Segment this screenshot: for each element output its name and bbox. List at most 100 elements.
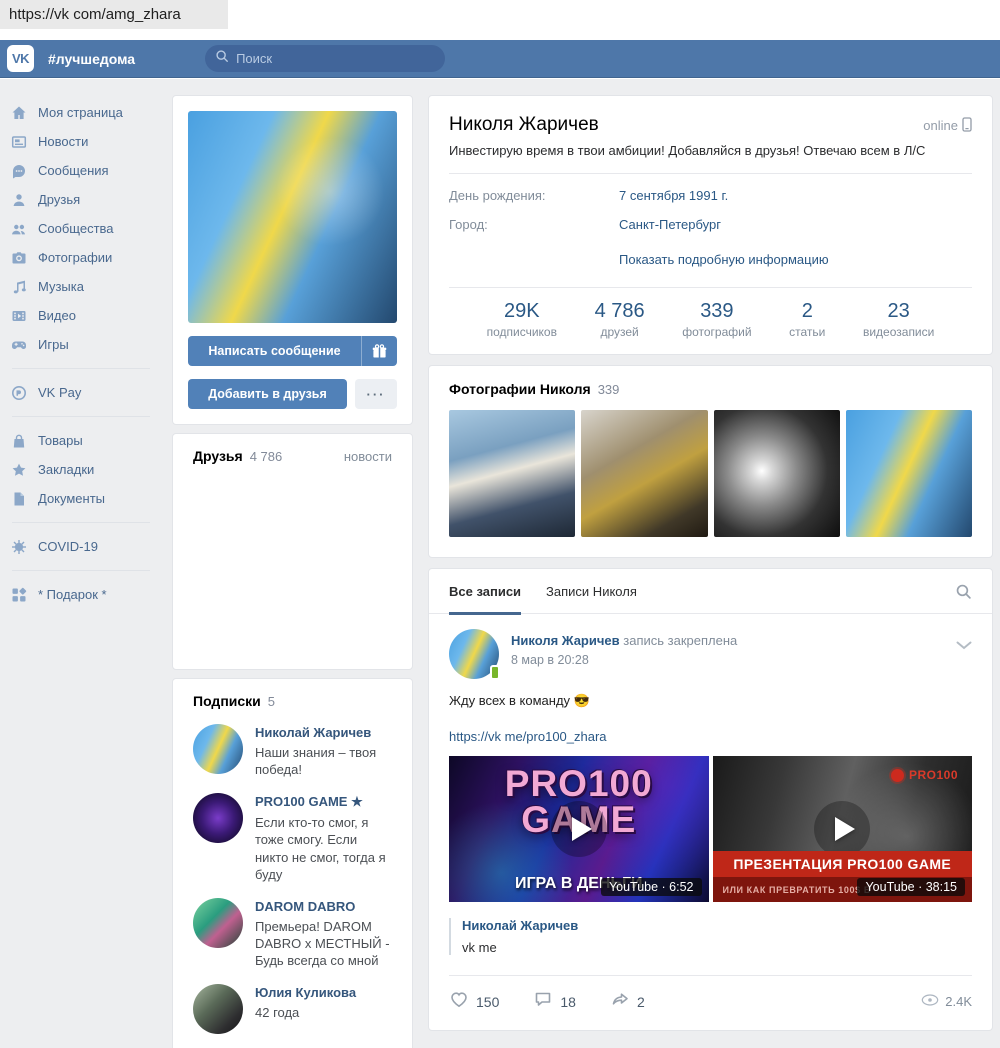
tab-owner-posts[interactable]: Записи Николя [546, 569, 637, 614]
avatar[interactable] [193, 984, 243, 1035]
sidebar-divider [12, 522, 150, 523]
play-icon[interactable] [814, 801, 871, 857]
counter-articles[interactable]: 2 статьи [789, 300, 825, 339]
post-videos: PRO100 GAME ИГРА В ДЕНЬГИ YouTube · 6:52… [449, 756, 972, 902]
vk-profile-page: https://vk com/amg_zhara VK #лучшедома М… [0, 0, 1000, 1048]
detail-value[interactable]: Санкт-Петербург [619, 217, 721, 232]
music-note-icon [10, 278, 27, 295]
people-icon [10, 220, 27, 237]
counter-photos[interactable]: 339 фотографий [682, 300, 751, 339]
photo-thumbnail[interactable] [449, 410, 576, 537]
browser-url-bar[interactable]: https://vk com/amg_zhara [0, 0, 228, 29]
more-options-button[interactable]: ··· [355, 379, 397, 409]
subscription-item[interactable]: DAROM DABRO Премьера! DAROM DABRO x МЕСТ… [193, 897, 392, 969]
avatar[interactable] [193, 724, 243, 774]
header-search-box[interactable] [205, 45, 446, 72]
counter-friends[interactable]: 4 786 друзей [595, 300, 645, 339]
document-icon [10, 490, 27, 507]
share-button[interactable]: 2 [610, 989, 645, 1014]
tab-all-posts[interactable]: Все записи [449, 569, 522, 615]
post-text: Жду всех в команду 😎 [449, 693, 590, 708]
sidebar-item-friends[interactable]: Друзья [10, 185, 170, 214]
sidebar-item-bookmarks[interactable]: Закладки [10, 455, 170, 484]
subscription-item[interactable]: Николай Жаричев Наши знания – твоя побед… [193, 724, 392, 778]
video-thumbnail-presentation[interactable]: PRO100 ПРЕЗЕНТАЦИЯ PRO100 GAME ИЛИ КАК П… [712, 756, 972, 902]
profile-status-text: Инвестирую время в твои амбиции! Добавля… [449, 143, 926, 158]
friends-news-link[interactable]: новости [344, 449, 392, 464]
photo-thumbnail[interactable] [581, 410, 708, 537]
subscription-name[interactable]: Юлия Куликова [255, 985, 356, 1000]
detail-value[interactable]: 7 сентября 1991 г. [619, 188, 728, 203]
detail-label: День рождения: [449, 188, 546, 203]
subscription-item[interactable]: PRO100 GAME ★ Если кто-то смог, я тоже с… [193, 793, 392, 883]
gift-icon[interactable] [361, 336, 397, 366]
counter-videos[interactable]: 23 видеозаписи [863, 300, 934, 339]
counter-value: 339 [700, 300, 734, 322]
comment-button[interactable]: 18 [533, 989, 576, 1014]
subscription-desc: Наши знания – твоя победа! [255, 745, 377, 778]
show-more-info-link[interactable]: Показать подробную информацию [619, 252, 829, 267]
photo-thumbnail[interactable] [713, 410, 840, 537]
sidebar-divider [12, 416, 150, 417]
message-bubble-icon [10, 162, 27, 179]
subscription-name[interactable]: Николай Жаричев [255, 725, 392, 740]
profile-info-card: Николя Жаричев online Инвестирую время в… [428, 95, 993, 355]
sidebar-item-label: * Подарок * [38, 587, 107, 602]
post-date[interactable]: 8 мар в 20:28 [511, 653, 737, 667]
post-author-link[interactable]: Николя Жаричев [511, 633, 620, 648]
sidebar-item-label: Товары [38, 433, 83, 448]
sidebar-item-gift[interactable]: * Подарок * [10, 580, 170, 609]
search-input[interactable] [236, 51, 417, 66]
sidebar-item-my-page[interactable]: Моя страница [10, 98, 170, 127]
counter-followers[interactable]: 29K подписчиков [487, 300, 557, 339]
video-duration-badge: YouTube · 38:15 [857, 878, 965, 896]
detail-row: Город: Санкт-Петербург [449, 217, 972, 232]
views-count: 2.4K [945, 994, 972, 1009]
logo-dot-icon [890, 768, 904, 782]
sidebar-item-covid[interactable]: COVID-19 [10, 532, 170, 561]
profile-left-column: Написать сообщение Добавить в друзья ···… [172, 95, 413, 1048]
photo-thumbnail[interactable] [845, 410, 972, 537]
counter-label: статьи [789, 325, 826, 339]
subscriptions-count: 5 [267, 694, 276, 709]
video-icon [10, 307, 27, 324]
sidebar-item-vk-pay[interactable]: VK Pay [10, 378, 170, 407]
avatar[interactable] [193, 793, 243, 844]
heart-icon [449, 989, 469, 1014]
subscription-name[interactable]: PRO100 GAME ★ [255, 794, 392, 810]
vk-logo-icon[interactable]: VK [7, 45, 34, 72]
sidebar-item-goods[interactable]: Товары [10, 426, 170, 455]
post-link[interactable]: https://vk me/pro100_zhara [449, 729, 972, 744]
profile-photo[interactable] [188, 111, 397, 323]
wall-search-icon[interactable] [955, 583, 972, 600]
post-menu-chevron-icon[interactable] [956, 629, 972, 679]
sidebar-item-photos[interactable]: Фотографии [10, 243, 170, 272]
sidebar-item-communities[interactable]: Сообщества [10, 214, 170, 243]
sidebar-item-games[interactable]: Игры [10, 330, 170, 359]
repost-author-link[interactable]: Николай Жаричев [462, 918, 972, 933]
play-icon[interactable] [550, 801, 607, 857]
send-message-button[interactable]: Написать сообщение [188, 336, 397, 366]
video-thumbnail-pro100-game[interactable]: PRO100 GAME ИГРА В ДЕНЬГИ YouTube · 6:52 [449, 756, 709, 902]
avatar[interactable] [193, 897, 243, 948]
subscription-name[interactable]: DAROM DABRO [255, 899, 392, 914]
sidebar-item-music[interactable]: Музыка [10, 272, 170, 301]
sidebar-divider [12, 570, 150, 571]
newspaper-icon [10, 133, 27, 150]
pro100-logo: PRO100 [890, 768, 958, 782]
sidebar-item-documents[interactable]: Документы [10, 484, 170, 513]
sidebar-item-video[interactable]: Видео [10, 301, 170, 330]
detail-row: День рождения: 7 сентября 1991 г. [449, 188, 972, 203]
sidebar-item-news[interactable]: Новости [10, 127, 170, 156]
header-brand-label[interactable]: #лучшедома [48, 51, 135, 67]
like-button[interactable]: 150 [449, 989, 499, 1014]
page-title: Николя Жаричев [449, 114, 599, 135]
subscription-item[interactable]: Юлия Куликова 42 года [193, 984, 392, 1035]
sidebar-item-messages[interactable]: Сообщения [10, 156, 170, 185]
photos-title[interactable]: Фотографии Николя [449, 381, 591, 397]
subscriptions-title[interactable]: Подписки [193, 693, 261, 709]
video-banner-text: ПРЕЗЕНТАЦИЯ PRO100 GAME [712, 851, 972, 877]
friends-box-title[interactable]: Друзья [193, 448, 243, 464]
add-friend-button[interactable]: Добавить в друзья [188, 379, 347, 409]
post-author-avatar[interactable] [449, 629, 500, 680]
